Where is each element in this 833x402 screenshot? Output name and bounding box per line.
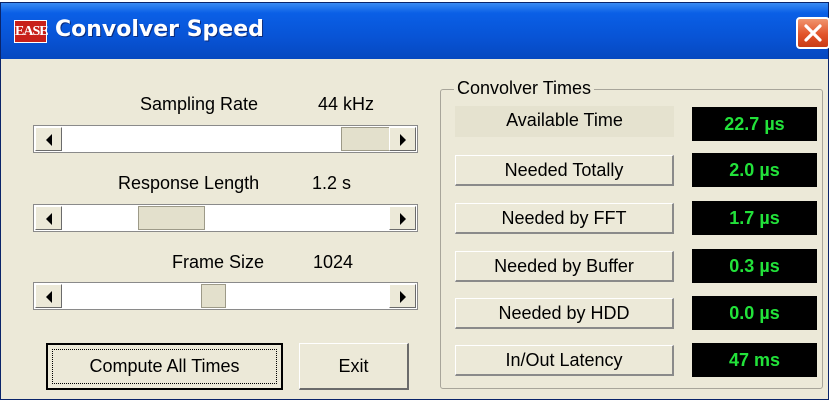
arrow-right-icon bbox=[400, 291, 406, 303]
scroll-left-button[interactable] bbox=[35, 284, 62, 308]
response-length-label: Response Length bbox=[118, 173, 260, 193]
needed-by-buffer-readout: 0.3 µs bbox=[692, 249, 817, 283]
scroll-left-button[interactable] bbox=[35, 127, 62, 151]
frame-size-value: 1024 bbox=[313, 252, 354, 272]
in-out-latency-button[interactable]: In/Out Latency bbox=[455, 345, 674, 376]
close-icon bbox=[804, 24, 822, 42]
scroll-right-button[interactable] bbox=[389, 284, 416, 308]
arrow-right-icon bbox=[400, 134, 406, 146]
scroll-right-button[interactable] bbox=[389, 206, 416, 230]
needed-totally-readout: 2.0 µs bbox=[692, 153, 817, 187]
close-button[interactable] bbox=[796, 17, 830, 49]
arrow-left-icon bbox=[46, 134, 52, 146]
scroll-track[interactable] bbox=[63, 126, 398, 152]
title-bar[interactable]: EASE Convolver Speed bbox=[1, 3, 830, 59]
focus-rectangle bbox=[52, 349, 277, 384]
sampling-rate-label: Sampling Rate bbox=[140, 94, 259, 114]
arrow-left-icon bbox=[46, 291, 52, 303]
needed-by-hdd-readout: 0.0 µs bbox=[692, 296, 817, 330]
response-length-value: 1.2 s bbox=[312, 173, 352, 193]
in-out-latency-readout: 47 ms bbox=[692, 343, 817, 377]
scroll-thumb[interactable] bbox=[138, 206, 205, 230]
scroll-thumb[interactable] bbox=[201, 284, 226, 308]
scroll-left-button[interactable] bbox=[35, 206, 62, 230]
sampling-rate-value: 44 kHz bbox=[318, 94, 375, 114]
window-title: Convolver Speed bbox=[55, 17, 264, 42]
convolver-times-title: Convolver Times bbox=[454, 78, 595, 99]
scroll-track[interactable] bbox=[63, 283, 388, 309]
scroll-right-button[interactable] bbox=[389, 127, 416, 151]
exit-button[interactable]: Exit bbox=[299, 343, 409, 390]
exit-label: Exit bbox=[338, 356, 369, 376]
available-time-label: Available Time bbox=[455, 106, 674, 137]
needed-by-fft-readout: 1.7 µs bbox=[692, 201, 817, 235]
scroll-track[interactable] bbox=[63, 205, 388, 231]
needed-by-fft-button[interactable]: Needed by FFT bbox=[455, 203, 674, 234]
needed-by-buffer-button[interactable]: Needed by Buffer bbox=[455, 251, 674, 282]
response-length-scrollbar[interactable] bbox=[33, 204, 418, 232]
sampling-rate-scrollbar[interactable] bbox=[33, 125, 418, 153]
needed-by-hdd-button[interactable]: Needed by HDD bbox=[455, 298, 674, 329]
frame-size-scrollbar[interactable] bbox=[33, 282, 418, 310]
needed-totally-button[interactable]: Needed Totally bbox=[455, 155, 674, 186]
arrow-left-icon bbox=[46, 213, 52, 225]
arrow-right-icon bbox=[400, 213, 406, 225]
frame-size-label: Frame Size bbox=[172, 252, 265, 272]
available-time-readout: 22.7 µs bbox=[692, 107, 817, 141]
ease-logo-icon: EASE bbox=[14, 20, 49, 43]
compute-all-times-button[interactable]: Compute All Times bbox=[46, 343, 283, 390]
